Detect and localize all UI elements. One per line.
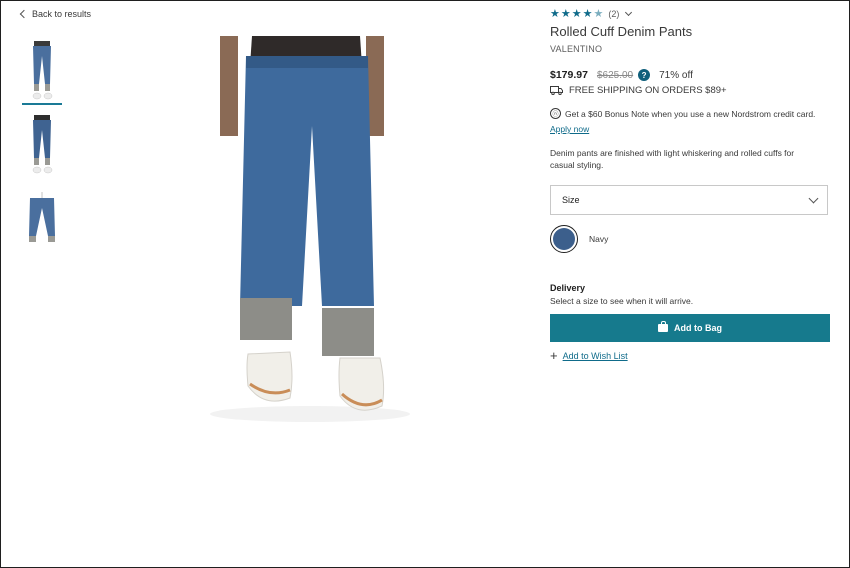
thumbnail-3[interactable] — [22, 188, 62, 250]
product-brand[interactable]: VALENTINO — [550, 44, 832, 54]
chevron-down-icon — [625, 8, 633, 17]
back-to-results-link[interactable]: Back to results — [19, 9, 92, 19]
product-title: Rolled Cuff Denim Pants — [550, 24, 693, 39]
thumbnail-2-image — [32, 115, 53, 174]
bag-icon — [658, 321, 668, 332]
thumbnail-1-image — [32, 41, 53, 100]
size-label: Size — [562, 195, 580, 205]
back-label: Back to results — [32, 9, 92, 19]
plus-icon: + — [550, 348, 558, 363]
star-icon: ★ — [582, 7, 593, 20]
star-icon: ★ — [571, 7, 582, 20]
delivery-title: Delivery — [550, 283, 586, 293]
credit-offer-row: ⓝ Get a $60 Bonus Note when you use a ne… — [550, 108, 832, 119]
add-to-bag-button[interactable]: Add to Bag — [550, 314, 830, 342]
color-swatch-navy[interactable] — [550, 225, 578, 253]
size-dropdown[interactable]: Size — [550, 185, 828, 215]
shipping-text: FREE SHIPPING ON ORDERS $89+ — [569, 85, 727, 96]
discount-label: 71% off — [659, 69, 693, 81]
apply-now-link[interactable]: Apply now — [550, 124, 589, 134]
half-star-icon: ★ — [593, 7, 604, 20]
swatch-fill — [553, 228, 575, 250]
star-rating: ★ ★ ★ ★ ★ — [550, 7, 604, 20]
price-row: $179.97 $625.00 ? 71% off — [550, 69, 832, 81]
delivery-subtitle: Select a size to see when it will arrive… — [550, 296, 694, 306]
thumbnail-1[interactable] — [22, 40, 62, 105]
product-main-image — [190, 36, 420, 426]
add-to-bag-label: Add to Bag — [674, 323, 722, 333]
product-photo — [210, 36, 410, 422]
star-icon: ★ — [550, 7, 560, 20]
wish-list-label: Add to Wish List — [562, 351, 628, 361]
help-icon[interactable]: ? — [638, 69, 651, 81]
star-icon: ★ — [560, 7, 571, 20]
original-price: $625.00 — [596, 69, 634, 81]
product-description: Denim pants are finished with light whis… — [550, 148, 795, 170]
shipping-row: FREE SHIPPING ON ORDERS $89+ — [550, 85, 832, 96]
color-name: Navy — [589, 234, 609, 244]
thumbnail-2[interactable] — [22, 114, 62, 176]
chevron-left-icon — [19, 9, 29, 19]
credit-offer-text: Get a $60 Bonus Note when you use a new … — [565, 108, 816, 119]
thumbnail-3-image — [29, 192, 55, 242]
truck-icon — [550, 86, 563, 95]
rating-row[interactable]: ★ ★ ★ ★ ★ (2) — [550, 6, 832, 22]
current-price: $179.97 — [550, 69, 588, 81]
chevron-down-icon — [808, 193, 819, 203]
add-to-wish-list-link[interactable]: + Add to Wish List — [550, 348, 832, 363]
rating-count: (2) — [608, 9, 620, 19]
color-swatch-row: Navy — [550, 225, 832, 253]
card-icon: ⓝ — [550, 108, 561, 119]
product-details: ★ ★ ★ ★ ★ (2) Rolled Cuff Denim Pants VA… — [550, 6, 832, 363]
thumbnail-list — [22, 40, 62, 262]
